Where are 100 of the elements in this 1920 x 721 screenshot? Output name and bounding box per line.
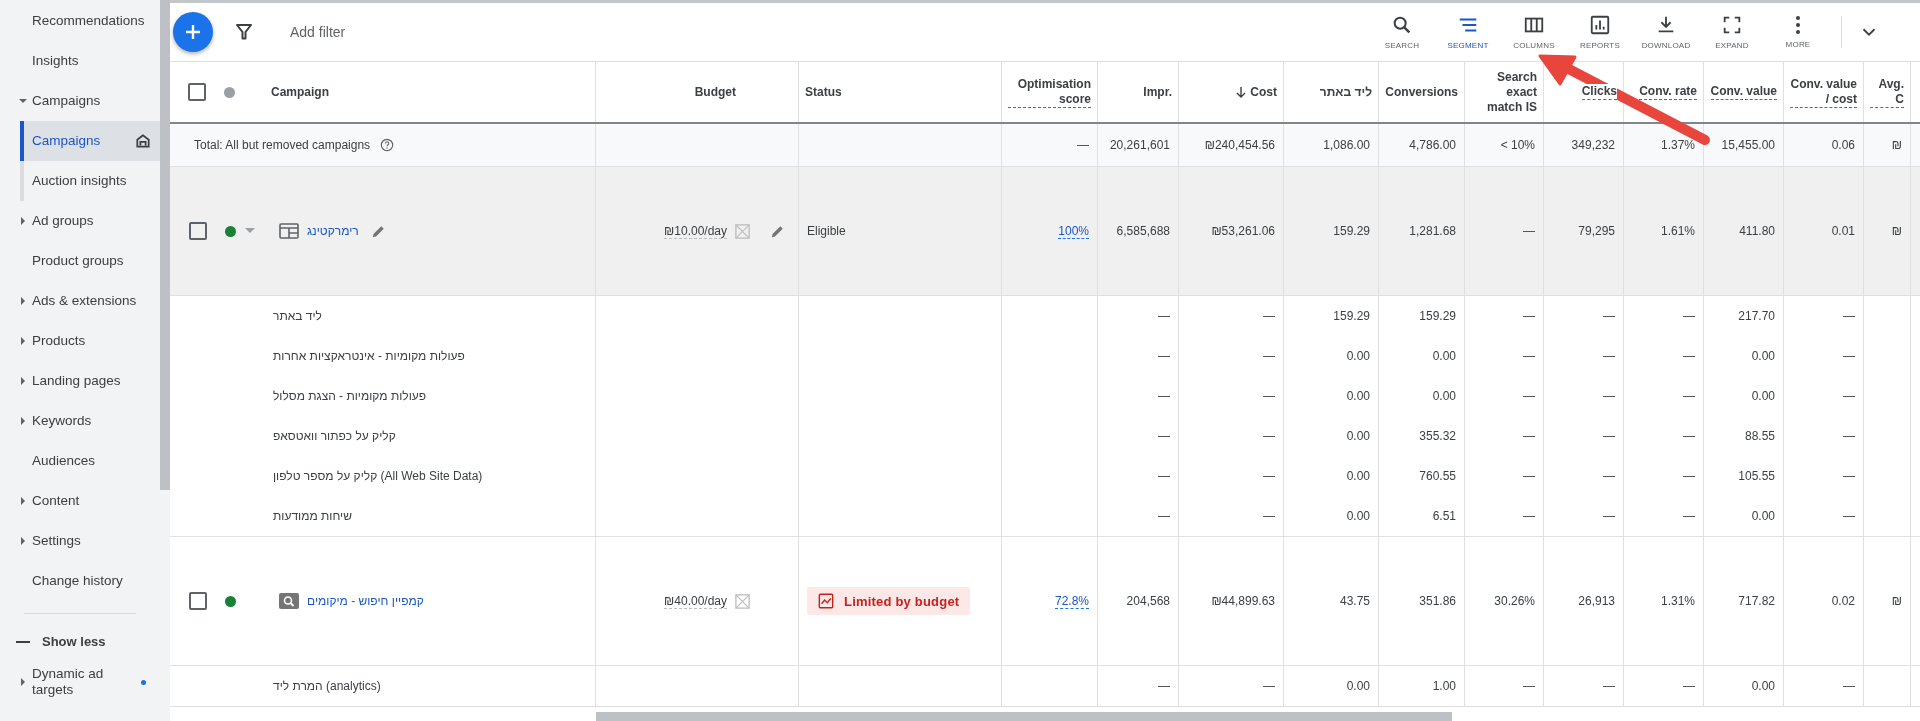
sidebar-item[interactable]: Products: [0, 321, 160, 361]
optimisation-score-link[interactable]: 72.8%: [1054, 593, 1089, 609]
display-campaign-icon: [279, 223, 299, 239]
sidebar-item[interactable]: Keywords: [0, 401, 160, 441]
show-less-button[interactable]: Show less: [0, 622, 160, 662]
table-cell: —: [1683, 389, 1695, 403]
caret-right-icon: [19, 297, 27, 305]
table-cell: 0.00: [1346, 349, 1370, 363]
sidebar-item[interactable]: Ads & extensions: [0, 281, 160, 321]
sidebar-item[interactable]: Recommendations: [0, 1, 160, 41]
sidebar-item[interactable]: Insights: [0, 41, 160, 81]
budget-value[interactable]: ₪10.00/day: [664, 223, 727, 239]
sidebar-subitem[interactable]: Auction insights: [24, 161, 164, 201]
table-cell: 717.82: [1738, 594, 1775, 608]
sidebar-item[interactable]: Content: [0, 481, 160, 521]
table-cell: 0.00: [1432, 389, 1456, 403]
table-cell: 0.00: [1751, 509, 1775, 523]
sidebar-item[interactable]: Landing pages: [0, 361, 160, 401]
table-cell: 30.26%: [1494, 594, 1535, 608]
column-header[interactable]: Cost: [1179, 62, 1284, 122]
table-cell: —: [1523, 389, 1535, 403]
sidebar-item[interactable]: Dynamic ad targets: [0, 662, 160, 702]
column-header[interactable]: Conv. value / cost: [1784, 62, 1864, 122]
sidebar-item[interactable]: Ad groups: [0, 201, 160, 241]
table-cell: ₪53,261.06: [1211, 224, 1275, 238]
checkbox[interactable]: [189, 592, 207, 610]
table-cell: 204,568: [1126, 594, 1170, 608]
table-cell: —: [1683, 309, 1695, 323]
toolbar-button[interactable]: SEARCH: [1369, 14, 1435, 50]
sidebar-item[interactable]: Audiences: [0, 441, 160, 481]
table-cell: 0.01: [1831, 224, 1855, 238]
table-cell: 1,281.68: [1409, 224, 1456, 238]
scrollbar-thumb[interactable]: [596, 712, 1452, 721]
crossed-image-icon: [734, 222, 751, 240]
table-cell: 1.31%: [1660, 594, 1695, 608]
table-cell: 355.32: [1419, 429, 1456, 443]
crossed-image-icon: [734, 592, 751, 610]
table-cell: 351.86: [1419, 594, 1456, 608]
table-cell: —: [1843, 469, 1855, 483]
checkbox[interactable]: [189, 222, 207, 240]
toolbar-button[interactable]: REPORTS: [1567, 14, 1633, 50]
help-icon[interactable]: [380, 138, 395, 152]
pencil-icon[interactable]: [770, 223, 785, 239]
segment-label: ליד באתר: [273, 309, 322, 323]
table-cell: —: [1158, 389, 1170, 403]
toolbar-button[interactable]: MORE: [1765, 15, 1831, 49]
table-cell: —: [1158, 429, 1170, 443]
budget-value[interactable]: ₪40.00/day: [664, 593, 727, 609]
chart-icon: [818, 593, 834, 609]
table-cell: —: [1523, 224, 1535, 238]
table-cell: —: [1603, 349, 1615, 363]
segment-label: שיחות ממודעות: [273, 509, 352, 523]
caret-right-icon: [19, 377, 27, 385]
table-cell: —: [1523, 509, 1535, 523]
pencil-icon[interactable]: [370, 223, 386, 239]
table-cell: 6,585,688: [1116, 224, 1170, 238]
toolbar-button[interactable]: SEGMENT: [1435, 14, 1501, 50]
column-header[interactable]: Impr.: [1098, 62, 1179, 122]
column-header[interactable]: Campaign: [170, 62, 596, 122]
table-cell: 0.00: [1346, 679, 1370, 693]
optimisation-score-link[interactable]: 100%: [1058, 223, 1089, 239]
toolbar-button[interactable]: EXPAND: [1699, 14, 1765, 50]
column-header[interactable]: ליד באתר: [1284, 62, 1379, 122]
column-header[interactable]: Avg. C: [1864, 62, 1911, 122]
table-cell: —: [1523, 679, 1535, 693]
table-cell: 4,786.00: [1409, 138, 1456, 152]
column-header[interactable]: Conversions: [1379, 62, 1465, 122]
toolbar-button[interactable]: COLUMNS: [1501, 14, 1567, 50]
table-cell: 1,086.00: [1323, 138, 1370, 152]
campaign-link[interactable]: קמפיין חיפוש - מיקומים: [307, 594, 424, 608]
column-header[interactable]: Conv. rate: [1624, 62, 1704, 122]
campaign-link[interactable]: רימרקטינג: [307, 224, 359, 238]
table-cell: 15,455.00: [1721, 138, 1775, 152]
table-cell: 0.00: [1751, 679, 1775, 693]
checkbox[interactable]: [188, 83, 206, 101]
sidebar-item[interactable]: Settings: [0, 521, 160, 561]
column-header[interactable]: Budget: [596, 62, 799, 122]
table-cell: ₪: [1891, 594, 1902, 608]
sidebar-item[interactable]: Campaigns: [0, 81, 160, 121]
table-cell: —: [1158, 509, 1170, 523]
table-cell: —: [1523, 469, 1535, 483]
column-header[interactable]: Conv. value: [1704, 62, 1784, 122]
status-text: Eligible: [807, 224, 846, 238]
toolbar-button[interactable]: DOWNLOAD: [1633, 14, 1699, 50]
sidebar-item[interactable]: Product groups: [0, 241, 160, 281]
column-header[interactable]: Optimisation score: [1002, 62, 1098, 122]
add-button[interactable]: [173, 12, 213, 52]
scrollbar-thumb[interactable]: [160, 0, 170, 490]
table-cell: —: [1158, 679, 1170, 693]
more-icon: [1795, 15, 1801, 35]
filter-icon[interactable]: [235, 23, 253, 41]
column-header[interactable]: Status: [799, 62, 1002, 122]
sidebar-item[interactable]: Change history: [0, 561, 160, 601]
table-cell: —: [1843, 679, 1855, 693]
table-cell: —: [1263, 429, 1275, 443]
table-cell: 0.00: [1346, 509, 1370, 523]
segment-label: פעולות מקומיות - הצגת מסלול: [273, 389, 427, 403]
table-cell: 217.70: [1738, 309, 1775, 323]
limited-status-badge[interactable]: Limited by budget: [807, 587, 971, 615]
status-dot: [224, 86, 235, 98]
